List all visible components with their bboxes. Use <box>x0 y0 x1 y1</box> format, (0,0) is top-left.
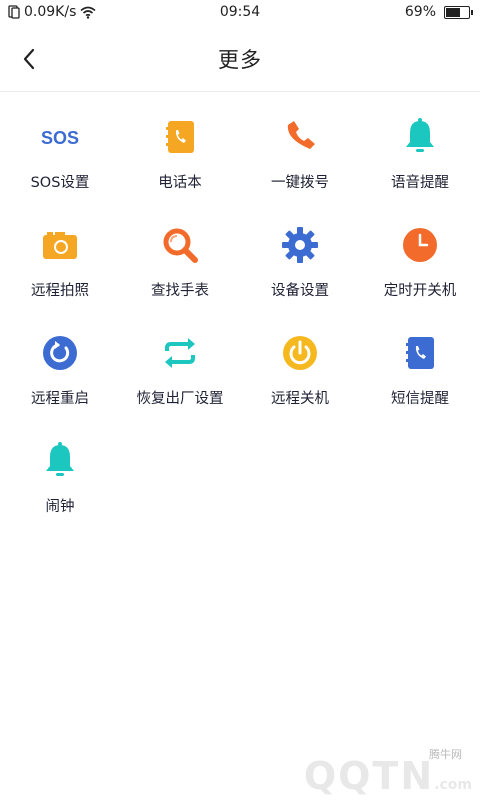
grid-item-label: SOS设置 <box>30 175 90 191</box>
grid-item-label: 远程重启 <box>31 391 89 407</box>
gear-icon <box>278 223 322 267</box>
page-header: 更多 <box>0 26 480 92</box>
bell-icon <box>38 439 82 483</box>
grid-item-label: 定时开关机 <box>383 283 457 299</box>
bell-icon <box>398 115 442 159</box>
status-bar: 0.09K/s 09:54 69% <box>0 0 480 26</box>
grid-item-find-watch[interactable]: 查找手表 <box>120 223 240 331</box>
camera-icon <box>38 223 82 267</box>
grid-item-label: 一键拨号 <box>271 175 329 191</box>
sms-phonebook-icon <box>398 331 442 375</box>
watermark-brand: QQTN <box>303 754 435 798</box>
grid-item-alarm-clock[interactable]: 闹钟 <box>0 439 120 547</box>
grid-item-label: 远程关机 <box>271 391 329 407</box>
phone-icon <box>278 115 322 159</box>
grid-item-remote-photo[interactable]: 远程拍照 <box>0 223 120 331</box>
grid-item-label: 电话本 <box>158 175 202 191</box>
clock-icon <box>398 223 442 267</box>
grid-item-label: 闹钟 <box>45 499 75 515</box>
grid-item-label: 查找手表 <box>151 283 209 299</box>
grid-item-remote-shutdown[interactable]: 远程关机 <box>240 331 360 439</box>
grid-item-voice-reminder[interactable]: 语音提醒 <box>360 115 480 223</box>
watermark-logo: QQTN.com <box>304 754 472 798</box>
reset-arrows-icon <box>158 331 202 375</box>
grid-item-label: 远程拍照 <box>31 283 89 299</box>
grid-item-label: 短信提醒 <box>391 391 449 407</box>
search-icon <box>158 223 202 267</box>
grid-item-factory-reset[interactable]: 恢复出厂设置 <box>120 331 240 439</box>
grid-item-phonebook[interactable]: 电话本 <box>120 115 240 223</box>
grid-item-label: 设备设置 <box>271 283 329 299</box>
power-icon <box>278 331 322 375</box>
svg-text:SOS: SOS <box>41 128 79 148</box>
page-title: 更多 <box>218 48 262 72</box>
grid-item-label: 语音提醒 <box>391 175 449 191</box>
battery-percent: 69% <box>404 4 436 20</box>
battery-icon <box>444 5 473 19</box>
grid-item-one-touch-dial[interactable]: 一键拨号 <box>240 115 360 223</box>
grid-item-remote-restart[interactable]: 远程重启 <box>0 331 120 439</box>
watermark: 腾牛网 QQTN.com <box>260 740 480 800</box>
feature-grid: SOS SOS设置 电话本 一键拨号 语音提醒远程拍照 查找手表 设备设置 定时开关机远程重启… <box>0 93 480 547</box>
watermark-suffix: .com <box>434 777 472 793</box>
status-right: 69% <box>404 4 473 20</box>
grid-item-scheduled-power[interactable]: 定时开关机 <box>360 223 480 331</box>
restart-icon <box>38 331 82 375</box>
grid-item-sms-reminder[interactable]: 短信提醒 <box>360 331 480 439</box>
grid-item-sos-settings[interactable]: SOS SOS设置 <box>0 115 120 223</box>
grid-item-device-settings[interactable]: 设备设置 <box>240 223 360 331</box>
grid-item-label: 恢复出厂设置 <box>136 391 224 407</box>
sos-text-icon: SOS <box>38 115 82 159</box>
phonebook-icon <box>158 115 202 159</box>
